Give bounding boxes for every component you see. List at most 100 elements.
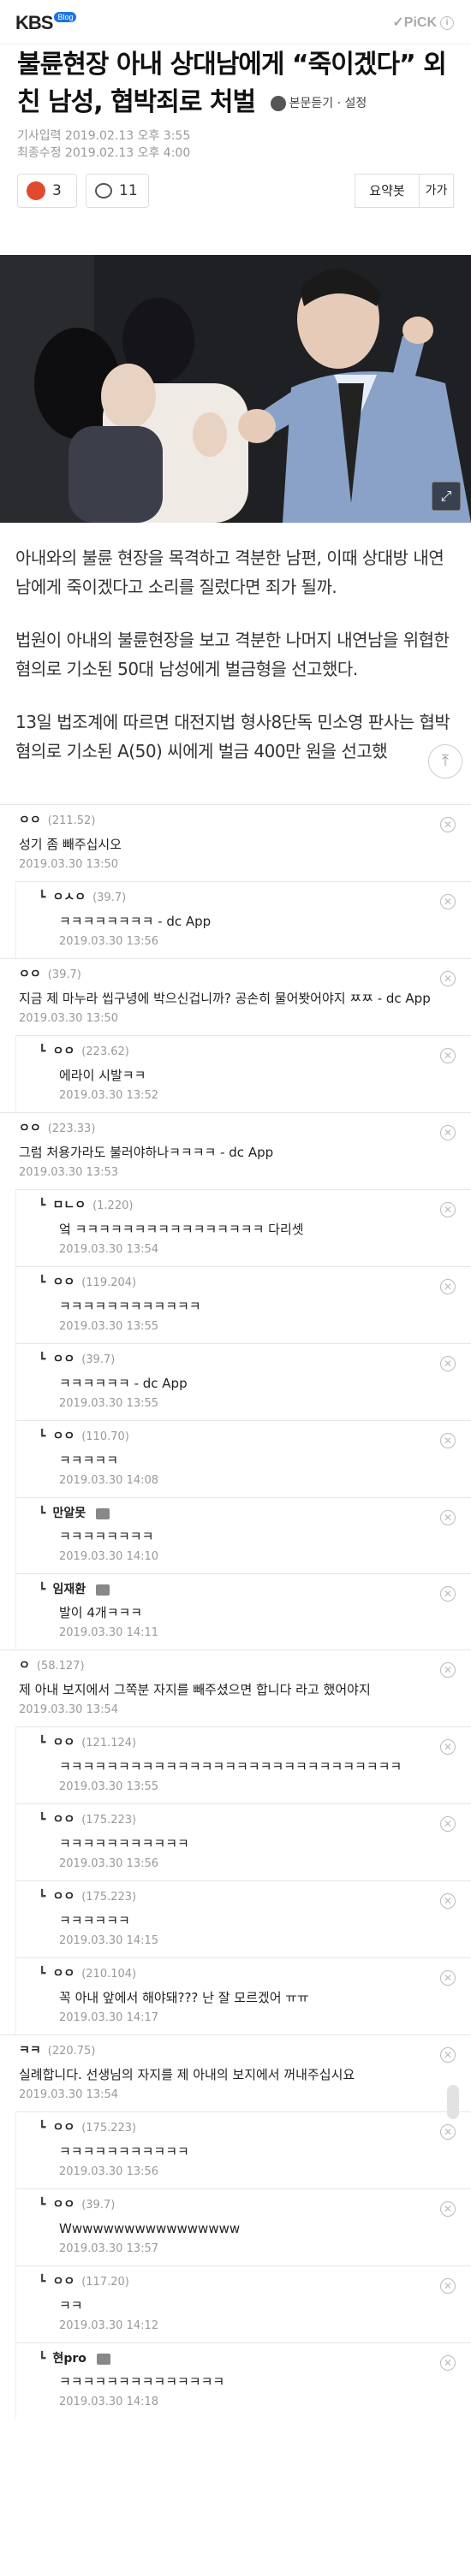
reply-arrow-icon: ┗: [39, 2121, 46, 2135]
listen-settings[interactable]: 본문듣기 · 설정: [270, 85, 367, 122]
comment-list: ㅇㅇ (211.52) 성기 좀 빼주십시오 2019.03.30 13:50 ✕ ┗ ㅇㅅ…: [0, 804, 471, 2576]
comment-date: 2019.03.30 13:55: [59, 1397, 159, 1410]
comment-ip: (223.33): [47, 1122, 96, 1135]
comment-text: 지금 제 마누라 씹구녕에 박으신겁니까? 공손히 물어봣어야지 ㅉㅉ - dc…: [19, 991, 431, 1006]
info-icon[interactable]: i: [440, 15, 454, 30]
comment-author[interactable]: ㅇㅇ: [52, 1276, 75, 1289]
top-bar: KBS Blog ✓PiCK i: [0, 0, 471, 44]
comment-date: 2019.03.30 13:50: [19, 1012, 119, 1025]
comment-author[interactable]: ㅇㅇ: [19, 968, 41, 981]
comment-author[interactable]: ㅇ: [19, 1659, 30, 1673]
delete-comment-icon[interactable]: ✕: [440, 1662, 456, 1678]
comment-author[interactable]: ㅇㅇ: [52, 1736, 75, 1750]
comment-text: 에라이 시발ㅋㅋ: [59, 1068, 146, 1083]
comment-text: ㅋㅋㅋㅋㅋㅋ: [59, 1913, 130, 1928]
reply-arrow-icon: ┗: [39, 1353, 46, 1366]
reply-arrow-icon: ┗: [39, 2352, 46, 2366]
comment-text: Wwwwwwwwwwwwwwwww: [59, 2221, 241, 2236]
comment-author[interactable]: ㅇㅇ: [52, 1353, 75, 1366]
reply-item: ┗ ㅇㅇ (39.7) ㅋㅋㅋㅋㅋㅋ - dc App 2019.03.30 13:55…: [15, 1343, 471, 1420]
comment-button[interactable]: 11: [86, 173, 149, 208]
delete-comment-icon[interactable]: ✕: [440, 1586, 456, 1602]
comment-author[interactable]: ㅋㅋ: [19, 2044, 41, 2058]
comment-date: 2019.03.30 14:12: [59, 2319, 159, 2332]
comment-item: ㅇㅇ (223.33) 그럼 처용가라도 불러야하나ㅋㅋㅋㅋ - dc App 201…: [0, 1112, 471, 1189]
member-badge-icon: [96, 1507, 110, 1519]
like-button[interactable]: 3: [17, 173, 77, 208]
comment-ip: (119.204): [81, 1276, 137, 1289]
comment-author[interactable]: ㅇㅇ: [52, 2275, 75, 2289]
comment-author-line: ㅋㅋ (220.75): [0, 2035, 471, 2060]
comment-author[interactable]: ㅇㅇ: [52, 2121, 75, 2135]
comment-text: ㅋㅋㅋㅋㅋㅋㅋㅋㅋㅋㅋㅋㅋㅋㅋㅋㅋㅋㅋㅋㅋㅋㅋㅋㅋㅋㅋㅋㅋ: [59, 1759, 402, 1774]
comment-author[interactable]: ㅇㅇ: [19, 814, 41, 827]
article-meta: 기사입력 2019.02.13 오후 3:55 최종수정 2019.02.13 …: [0, 122, 471, 162]
delete-comment-icon[interactable]: ✕: [440, 1816, 456, 1832]
delete-comment-icon[interactable]: ✕: [440, 1433, 456, 1448]
listen-button[interactable]: 본문듣기: [289, 97, 334, 110]
delete-comment-icon[interactable]: ✕: [440, 1970, 456, 1986]
comment-author[interactable]: ㅇㅅㅇ: [52, 891, 86, 904]
comment-item: ㅇㅇ (39.7) 지금 제 마누라 씹구녕에 박으신겁니까? 공손히 물어봣어야지…: [0, 958, 471, 1035]
delete-comment-icon[interactable]: ✕: [440, 1279, 456, 1294]
comment-author[interactable]: ㅇㅇ: [52, 1813, 75, 1827]
reply-arrow-icon: ┗: [39, 1430, 46, 1443]
blog-badge: Blog: [54, 12, 77, 22]
article-actions: 3 11 요약봇 가가: [0, 173, 471, 225]
comment-author[interactable]: ㅇㅇ: [52, 1890, 75, 1904]
comment-text: 그럼 처용가라도 불러야하나ㅋㅋㅋㅋ - dc App: [19, 1145, 274, 1160]
comment-author[interactable]: ㅁㄴㅇ: [52, 1199, 86, 1212]
comment-author[interactable]: ㅇㅇ: [52, 1430, 75, 1443]
summary-button[interactable]: 요약봇: [355, 173, 420, 208]
comment-author-line: ┗ ㅁㄴㅇ (1.220): [16, 1190, 471, 1215]
comment-ip: (175.223): [81, 2122, 137, 2135]
font-size-button[interactable]: 가가: [420, 173, 454, 208]
reply-arrow-icon: ┗: [39, 1045, 46, 1058]
pick-badge[interactable]: ✓PiCK i: [392, 14, 454, 31]
delete-comment-icon[interactable]: ✕: [440, 1739, 456, 1755]
comment-date: 2019.03.30 14:15: [59, 1934, 159, 1947]
comment-date: 2019.03.30 14:10: [59, 1550, 159, 1563]
delete-comment-icon[interactable]: ✕: [440, 1893, 456, 1909]
expand-image-icon[interactable]: ⤢: [432, 481, 461, 511]
delete-comment-icon[interactable]: ✕: [440, 971, 456, 986]
comment-author[interactable]: ㅇㅇ: [52, 2198, 75, 2212]
delete-comment-icon[interactable]: ✕: [440, 894, 456, 909]
comment-author-line: ┗ 만알못: [16, 1498, 471, 1522]
delete-comment-icon[interactable]: ✕: [440, 817, 456, 832]
comment-author[interactable]: 임재환: [52, 1583, 86, 1596]
comment-date: 2019.03.30 13:56: [59, 1857, 159, 1870]
delete-comment-icon[interactable]: ✕: [440, 1125, 456, 1140]
delete-comment-icon[interactable]: ✕: [440, 2201, 456, 2217]
comment-author[interactable]: 만알못: [52, 1507, 86, 1520]
delete-comment-icon[interactable]: ✕: [440, 1356, 456, 1371]
comment-author[interactable]: 현pro: [52, 2352, 86, 2366]
reply-arrow-icon: ┗: [39, 1890, 46, 1904]
comment-text: 엌 ㅋㅋㅋㅋㅋㅋㅋㅋㅋㅋㅋㅋㅋㅋㅋㅋ 다리셋: [59, 1222, 304, 1237]
comment-author-line: ㅇㅇ (39.7): [0, 959, 471, 984]
scroll-to-top-button[interactable]: ⤒: [428, 744, 462, 779]
settings-button[interactable]: · 설정: [337, 97, 367, 110]
comment-text: 제 아내 보지에서 그쪽분 자지를 빼주셨으면 합니다 라고 했어야지: [19, 1682, 371, 1697]
delete-comment-icon[interactable]: ✕: [440, 1202, 456, 1217]
delete-comment-icon[interactable]: ✕: [440, 2278, 456, 2294]
delete-comment-icon[interactable]: ✕: [440, 2124, 456, 2140]
comment-text: ㅋㅋ: [59, 2298, 83, 2313]
comment-author[interactable]: ㅇㅇ: [52, 1967, 75, 1981]
kbs-logo[interactable]: KBS Blog: [15, 12, 77, 34]
comment-author[interactable]: ㅇㅇ: [52, 1045, 75, 1058]
comment-date: 2019.03.30 13:56: [59, 935, 159, 948]
comment-author[interactable]: ㅇㅇ: [19, 1122, 41, 1135]
delete-comment-icon[interactable]: ✕: [440, 1510, 456, 1525]
comment-date: 2019.03.30 13:56: [59, 2165, 159, 2178]
reply-item: ┗ ㅇㅇ (210.104) 꼭 아내 앞에서 해야돼??? 난 잘 모르겠어 ㅠㅠ 2…: [15, 1957, 471, 2034]
delete-comment-icon[interactable]: ✕: [440, 2355, 456, 2371]
reply-arrow-icon: ┗: [39, 1276, 46, 1289]
comment-date: 2019.03.30 13:53: [19, 1166, 119, 1179]
reply-arrow-icon: ┗: [39, 1199, 46, 1212]
delete-comment-icon[interactable]: ✕: [440, 1048, 456, 1063]
reply-item: ┗ 현pro ㅋㅋㅋㅋㅋㅋㅋㅋㅋㅋㅋㅋㅋㅋ 2019.03.30 14:18 ✕: [15, 2342, 471, 2419]
comment-author-line: ┗ ㅇㅇ (175.223): [16, 1804, 471, 1829]
scrollbar-thumb[interactable]: [447, 2085, 459, 2119]
delete-comment-icon[interactable]: ✕: [440, 2047, 456, 2063]
